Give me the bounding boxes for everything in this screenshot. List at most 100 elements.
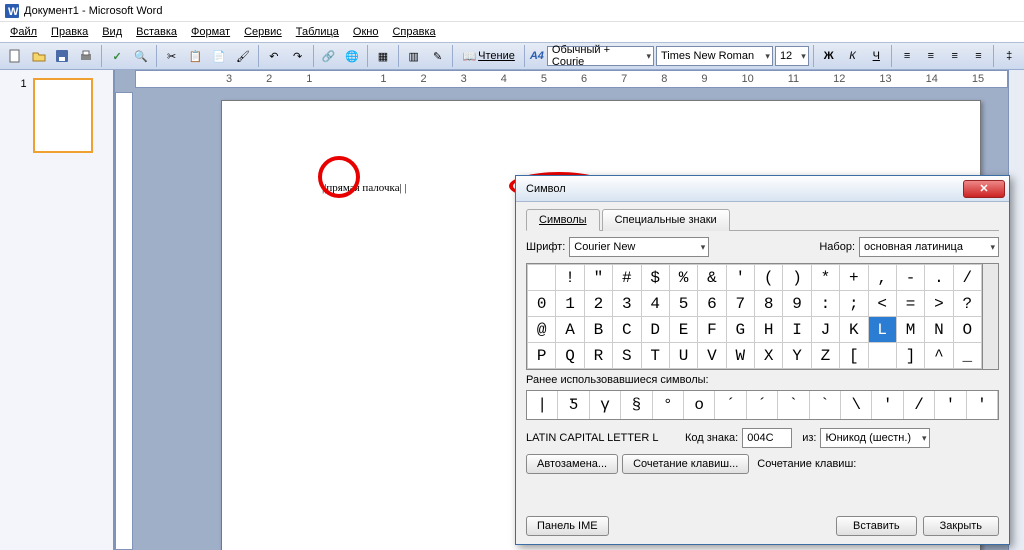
char-cell[interactable] [528, 265, 556, 291]
char-cell[interactable]: I [783, 317, 811, 343]
char-cell[interactable]: V [698, 343, 726, 369]
char-cell[interactable]: Q [556, 343, 584, 369]
redo-button[interactable]: ↷ [287, 45, 309, 67]
char-cell[interactable]: 4 [641, 291, 669, 317]
undo-button[interactable]: ↶ [263, 45, 285, 67]
char-cell[interactable]: * [811, 265, 839, 291]
menu-edit[interactable]: Правка [45, 24, 94, 40]
code-input[interactable]: 004C [742, 428, 792, 448]
italic-button[interactable]: К [842, 45, 864, 67]
char-cell[interactable]: = [896, 291, 924, 317]
tables-button[interactable]: ▦ [372, 45, 394, 67]
tab-symbols[interactable]: Символы [526, 209, 600, 231]
char-cell[interactable]: X [755, 343, 783, 369]
char-cell[interactable]: 3 [613, 291, 641, 317]
menu-insert[interactable]: Вставка [130, 24, 183, 40]
char-cell[interactable]: ! [556, 265, 584, 291]
char-cell[interactable]: W [726, 343, 754, 369]
char-cell[interactable]: 6 [698, 291, 726, 317]
char-cell[interactable]: @ [528, 317, 556, 343]
char-cell[interactable]: 7 [726, 291, 754, 317]
char-cell[interactable]: . [925, 265, 953, 291]
char-cell[interactable]: ' [726, 265, 754, 291]
char-cell[interactable]: > [925, 291, 953, 317]
char-cell[interactable]: K [840, 317, 868, 343]
char-cell[interactable]: S [613, 343, 641, 369]
recent-char[interactable]: / [904, 391, 935, 419]
char-cell[interactable]: 0 [528, 291, 556, 317]
reading-button[interactable]: 📖Чтение [457, 45, 519, 67]
recent-char[interactable]: ′ [967, 391, 998, 419]
char-cell[interactable]: & [698, 265, 726, 291]
menu-service[interactable]: Сервис [238, 24, 288, 40]
char-cell[interactable]: H [755, 317, 783, 343]
ime-button[interactable]: Панель IME [526, 516, 609, 536]
char-cell[interactable]: O [953, 317, 981, 343]
paste-button[interactable]: 📄 [208, 45, 230, 67]
recent-char[interactable]: ´ [747, 391, 778, 419]
recent-char[interactable]: ° [653, 391, 684, 419]
recent-char[interactable]: | [527, 391, 558, 419]
page-thumbnail[interactable] [33, 78, 93, 153]
cut-button[interactable]: ✂ [161, 45, 183, 67]
char-cell[interactable]: ^ [925, 343, 953, 369]
thumbnail-pane[interactable]: 1 [0, 70, 115, 550]
recent-char[interactable]: ′ [935, 391, 966, 419]
grid-scrollbar[interactable] [983, 263, 999, 370]
char-cell[interactable]: Z [811, 343, 839, 369]
menu-help[interactable]: Справка [386, 24, 441, 40]
recent-char[interactable]: ′ [872, 391, 903, 419]
vertical-ruler[interactable] [115, 92, 133, 550]
underline-button[interactable]: Ч [865, 45, 887, 67]
recent-char[interactable]: γ [590, 391, 621, 419]
char-cell[interactable]: U [669, 343, 697, 369]
char-cell[interactable]: # [613, 265, 641, 291]
char-cell[interactable]: J [811, 317, 839, 343]
char-cell[interactable]: " [584, 265, 612, 291]
justify-button[interactable]: ≡ [968, 45, 990, 67]
dialog-titlebar[interactable]: Символ ✕ [516, 176, 1009, 202]
char-cell[interactable]: _ [953, 343, 981, 369]
hyperlink-button[interactable]: 🔗 [318, 45, 340, 67]
format-painter-button[interactable]: 🖌 [232, 45, 254, 67]
char-cell[interactable]: - [896, 265, 924, 291]
autocorrect-button[interactable]: Автозамена... [526, 454, 618, 474]
char-cell[interactable]: T [641, 343, 669, 369]
char-cell[interactable] [868, 343, 896, 369]
char-cell[interactable]: 8 [755, 291, 783, 317]
char-cell[interactable]: 1 [556, 291, 584, 317]
font-combo[interactable]: Times New Roman [656, 46, 773, 66]
char-cell[interactable]: % [669, 265, 697, 291]
drawing-button[interactable]: ✎ [427, 45, 449, 67]
char-cell[interactable]: ? [953, 291, 981, 317]
char-cell[interactable]: 5 [669, 291, 697, 317]
recent-char[interactable]: Ƽ [558, 391, 589, 419]
spellcheck-button[interactable]: ✓ [106, 45, 128, 67]
close-dialog-button[interactable]: Закрыть [923, 516, 999, 536]
close-button[interactable]: ✕ [963, 180, 1005, 198]
research-button[interactable]: 🔍 [130, 45, 152, 67]
char-cell[interactable]: 2 [584, 291, 612, 317]
recent-char[interactable]: § [621, 391, 652, 419]
char-cell[interactable]: R [584, 343, 612, 369]
character-grid[interactable]: !"#$%&'()*+,-./0123456789:;<=>?@ABCDEFGH… [526, 263, 983, 370]
font-size-combo[interactable]: 12 [775, 46, 809, 66]
open-button[interactable] [28, 45, 50, 67]
menu-format[interactable]: Формат [185, 24, 236, 40]
char-cell[interactable]: < [868, 291, 896, 317]
align-right-button[interactable]: ≡ [944, 45, 966, 67]
style-combo[interactable]: Обычный + Courie [547, 46, 654, 66]
copy-button[interactable]: 📋 [185, 45, 207, 67]
char-cell[interactable]: ] [896, 343, 924, 369]
recent-char[interactable]: ´ [715, 391, 746, 419]
char-cell[interactable]: + [840, 265, 868, 291]
insert-button[interactable]: Вставить [836, 516, 917, 536]
char-cell[interactable]: D [641, 317, 669, 343]
recent-char[interactable]: ` [810, 391, 841, 419]
char-cell[interactable]: / [953, 265, 981, 291]
bold-button[interactable]: Ж [818, 45, 840, 67]
char-cell[interactable]: L [868, 317, 896, 343]
recent-char[interactable]: ` [778, 391, 809, 419]
char-cell[interactable]: F [698, 317, 726, 343]
char-cell[interactable]: C [613, 317, 641, 343]
